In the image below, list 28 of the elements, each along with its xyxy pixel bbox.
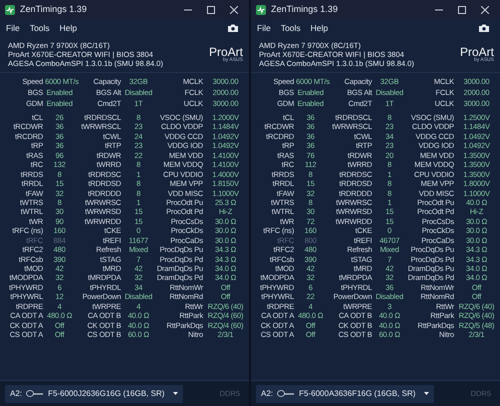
module-name: F5-6000A3636F16G (16GB, SR): [299, 388, 417, 400]
app-icon: [5, 5, 15, 15]
menu-item[interactable]: Tools: [280, 22, 301, 34]
brand-logo: ProArt: [208, 46, 243, 58]
close-icon[interactable]: [481, 6, 489, 14]
caret-icon: [424, 392, 429, 395]
slot-label: A2:: [261, 388, 274, 400]
module-dropdown[interactable]: A2: F5-6000A3636F16G (16GB, SR): [256, 384, 434, 402]
camera-icon[interactable]: [479, 24, 489, 32]
menu-item[interactable]: Help: [60, 22, 78, 34]
menu-item[interactable]: File: [6, 22, 20, 34]
module-dropdown[interactable]: A2: F5-6000J2636G16G (16GB, SR): [5, 384, 183, 402]
module-name: F5-6000J2636G16G (16GB, SR): [48, 388, 166, 400]
maximize-icon[interactable]: [207, 6, 215, 14]
brand-logo: ProArt: [460, 46, 494, 58]
maximize-icon[interactable]: [458, 6, 466, 14]
caret-icon: [173, 392, 178, 395]
vendor-logo-icon: [277, 390, 296, 397]
window-title: ZenTimings 1.39: [271, 3, 339, 16]
camera-icon[interactable]: [228, 24, 238, 32]
app-icon: [256, 5, 266, 15]
close-icon[interactable]: [230, 6, 238, 14]
vendor-logo-icon: [26, 390, 44, 397]
window-title: ZenTimings 1.39: [20, 3, 88, 16]
menu-item[interactable]: Tools: [30, 22, 50, 34]
menu-item[interactable]: File: [257, 22, 271, 34]
slot-label: A2:: [10, 388, 22, 400]
menu-item[interactable]: Help: [310, 22, 328, 34]
